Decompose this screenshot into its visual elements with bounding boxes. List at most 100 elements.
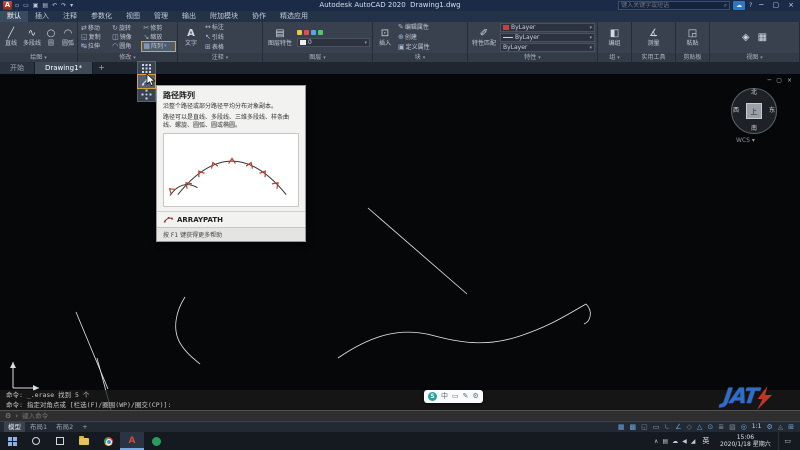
mirror-tool[interactable]: ◫ 镜像: [111, 33, 140, 42]
infocenter-search[interactable]: ⌕: [618, 1, 731, 10]
rotate-tool[interactable]: ↻ 旋转: [111, 24, 140, 33]
viewcube-top-face[interactable]: 上: [746, 103, 762, 119]
paste-tool[interactable]: ◲ 粘贴: [686, 28, 698, 47]
ime-floating-bar[interactable]: S 中 ▭ ✎ ⚙: [424, 390, 483, 403]
doc-minimize-icon[interactable]: ─: [768, 77, 772, 84]
circle-tool[interactable]: ○ 圆: [44, 28, 58, 47]
layout1-tab[interactable]: 布局1: [26, 422, 51, 432]
help-icon[interactable]: ?: [748, 0, 753, 11]
tab-start[interactable]: 开始: [0, 62, 35, 74]
clean-screen-toggle[interactable]: ⊞: [786, 422, 796, 432]
layer-dropdown[interactable]: 0 ▾: [297, 38, 370, 47]
copy-tool[interactable]: ◱ 复制: [80, 33, 109, 42]
dimension-tool[interactable]: ↔ 标注: [204, 23, 225, 32]
command-customize-icon[interactable]: ⚙: [5, 411, 11, 422]
view-base-icon[interactable]: ◈: [742, 32, 750, 43]
transparency-toggle[interactable]: ▨: [727, 422, 738, 432]
maximize-button[interactable]: ▢: [770, 0, 783, 11]
polyline-tool[interactable]: ∿ 多段线: [22, 28, 42, 47]
close-button[interactable]: ×: [785, 0, 797, 11]
layer-lock-icon[interactable]: [311, 30, 316, 35]
object-color-dropdown[interactable]: ByLayer ▾: [500, 23, 595, 32]
polar-tracking-toggle[interactable]: ∠: [673, 422, 683, 432]
ribbon-tab-annotate[interactable]: 注释: [56, 11, 84, 22]
ime-indicator[interactable]: 英: [699, 436, 712, 446]
file-explorer-button[interactable]: [72, 432, 96, 450]
save-icon[interactable]: ▣: [32, 0, 40, 11]
workspace-gear-icon[interactable]: ⚙: [764, 422, 774, 432]
ribbon-tab-collaborate[interactable]: 协作: [245, 11, 273, 22]
new-layout-button[interactable]: +: [78, 422, 91, 432]
annotation-scale-button[interactable]: 1:1: [750, 422, 764, 432]
trim-tool[interactable]: ✂ 修剪: [142, 24, 175, 33]
viewcube-west[interactable]: 西: [733, 108, 739, 114]
ime-pen-icon[interactable]: ✎: [463, 390, 469, 403]
ime-mode-icon[interactable]: 中: [441, 390, 448, 403]
ribbon-tab-output[interactable]: 输出: [175, 11, 203, 22]
leader-tool[interactable]: ↖ 引线: [204, 33, 225, 42]
osnap-tracking-toggle[interactable]: △: [695, 422, 704, 432]
polar-array-item[interactable]: [138, 88, 155, 101]
snap-toggle[interactable]: ▩: [628, 422, 639, 432]
action-center-icon[interactable]: ▭: [778, 432, 796, 450]
ortho-toggle[interactable]: ∟: [662, 422, 672, 432]
scale-tool[interactable]: ↘ 缩放: [142, 33, 175, 42]
isolate-objects-toggle[interactable]: ◬: [776, 422, 785, 432]
drawn-line[interactable]: [367, 207, 468, 295]
ribbon-tab-parametric[interactable]: 参数化: [84, 11, 119, 22]
move-tool[interactable]: ⇄ 移动: [80, 24, 109, 33]
layer-properties-tool[interactable]: ▤ 图层特性: [265, 28, 295, 47]
layer-plot-icon[interactable]: [318, 30, 323, 35]
new-file-icon[interactable]: ▫: [14, 0, 20, 11]
match-properties-tool[interactable]: ✐ 特性匹配: [470, 28, 498, 47]
ribbon-tab-featured-apps[interactable]: 精选应用: [273, 11, 315, 22]
osnap-toggle[interactable]: ⊙: [705, 422, 715, 432]
panel-view-label[interactable]: 视图 ▾: [710, 53, 799, 62]
line-tool[interactable]: ╱ 直线: [2, 28, 20, 47]
viewcube-north[interactable]: 北: [751, 90, 757, 96]
tab-drawing1[interactable]: Drawing1*: [35, 62, 94, 74]
view-viewport-icon[interactable]: ▦: [758, 32, 767, 43]
search-icon[interactable]: ⌕: [724, 2, 727, 10]
ribbon-tab-home[interactable]: 默认: [0, 11, 28, 22]
command-input[interactable]: [22, 412, 795, 420]
doc-restore-icon[interactable]: ▢: [776, 77, 782, 84]
taskbar-clock[interactable]: 15:06 2020/1/18 星期六: [716, 434, 774, 448]
panel-layers-label[interactable]: 图层 ▾: [263, 53, 372, 62]
redo-icon[interactable]: ↷: [60, 0, 67, 11]
tray-expand-icon[interactable]: ∧: [654, 438, 658, 445]
model-tab[interactable]: 模型: [4, 422, 25, 432]
infer-constraints-toggle[interactable]: ◱: [639, 422, 650, 432]
dynamic-input-toggle[interactable]: ▭: [651, 422, 662, 432]
autocad-taskbar-button[interactable]: A: [120, 432, 144, 450]
panel-draw-label[interactable]: 绘图 ▾: [0, 53, 77, 62]
panel-clipboard-label[interactable]: 剪贴板: [676, 53, 709, 62]
insert-block-tool[interactable]: ⊡ 插入: [375, 28, 395, 47]
ribbon-tab-manage[interactable]: 管理: [147, 11, 175, 22]
isodraft-toggle[interactable]: ◇: [685, 422, 694, 432]
ribbon-tab-insert[interactable]: 插入: [28, 11, 56, 22]
ime-keyboard-icon[interactable]: ▭: [452, 390, 459, 403]
search-input[interactable]: [621, 2, 724, 9]
arc-tool[interactable]: ◠ 圆弧: [60, 28, 76, 47]
qat-dropdown-icon[interactable]: ▾: [69, 0, 74, 11]
drawn-line-2[interactable]: [75, 311, 109, 390]
drawn-spline-tail[interactable]: [583, 303, 591, 325]
media-app-button[interactable]: [144, 432, 168, 450]
network-icon[interactable]: ◢: [691, 438, 696, 445]
layer-freeze-icon[interactable]: [304, 30, 309, 35]
start-button[interactable]: [0, 432, 24, 450]
sogou-logo-icon[interactable]: S: [428, 392, 437, 401]
group-tool[interactable]: ◧ 编组: [608, 28, 620, 47]
lineweight-toggle[interactable]: ≣: [716, 422, 726, 432]
drawn-curve[interactable]: [175, 296, 201, 365]
a360-signin-icon[interactable]: ☁: [733, 1, 746, 10]
panel-utilities-label[interactable]: 实用工具: [632, 53, 675, 62]
doc-close-icon[interactable]: ×: [787, 77, 792, 84]
edit-attributes-tool[interactable]: ✎ 编辑属性: [397, 23, 431, 32]
panel-annotation-label[interactable]: 注释 ▾: [178, 53, 262, 62]
app-menu-button[interactable]: A: [3, 1, 12, 10]
viewcube-south[interactable]: 南: [751, 126, 757, 132]
layer-state-strip[interactable]: [297, 28, 370, 37]
lineweight-dropdown[interactable]: ByLayer ▾: [500, 33, 595, 42]
